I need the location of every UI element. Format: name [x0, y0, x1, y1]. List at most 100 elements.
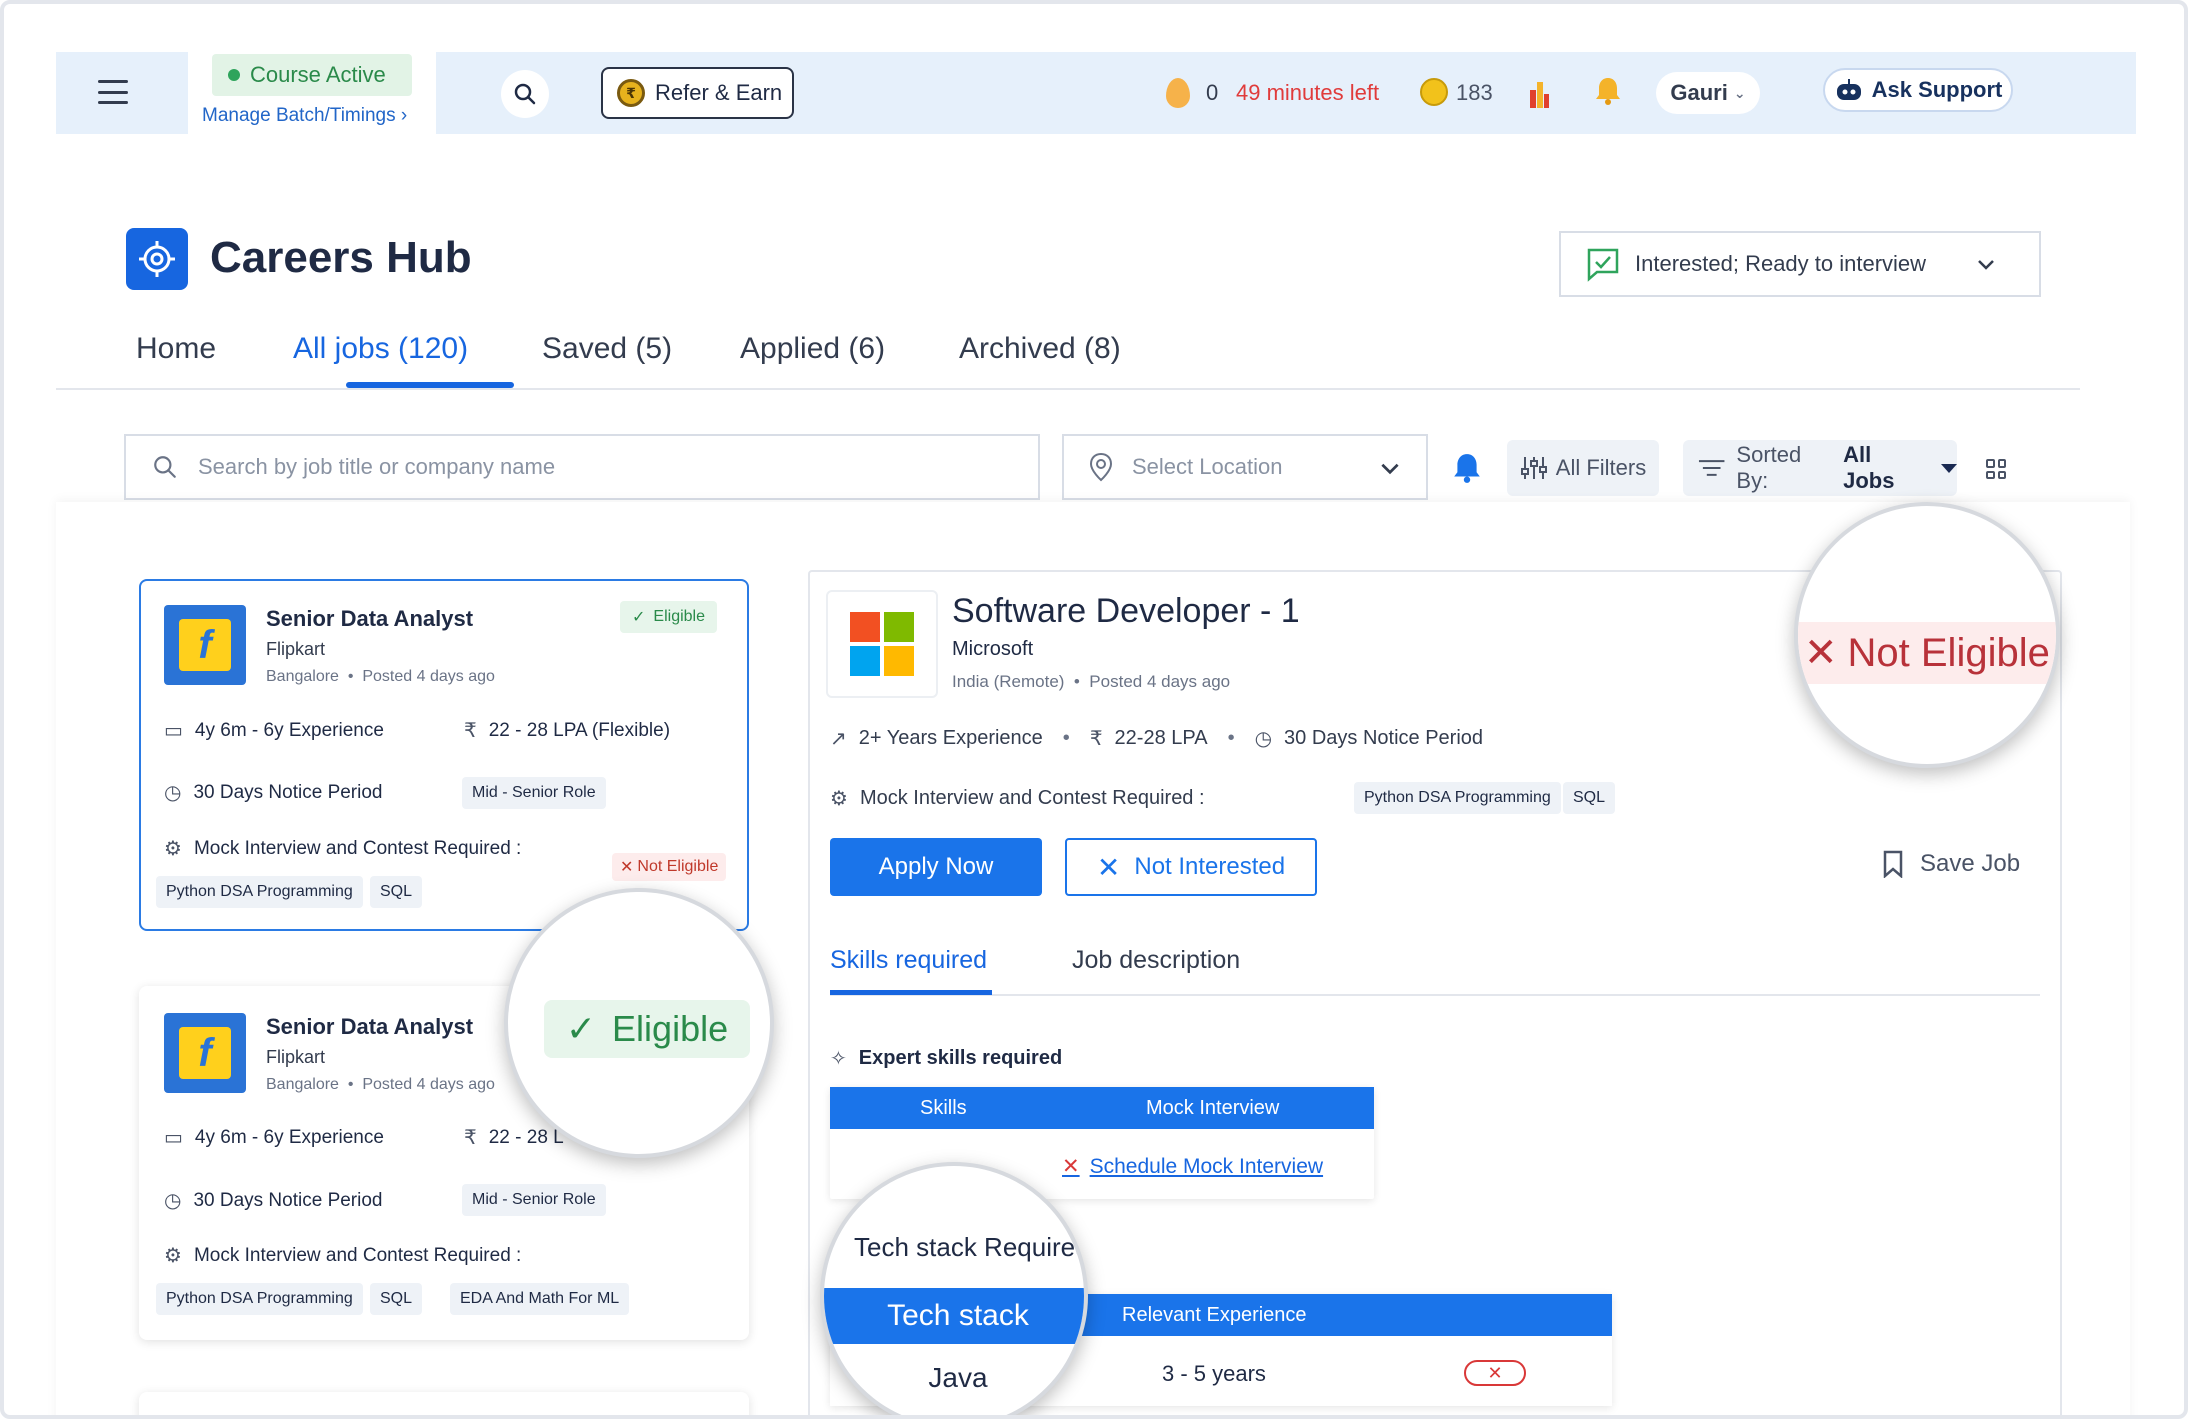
laptop-icon: ▭	[164, 1127, 183, 1149]
card-company: Flipkart	[266, 1047, 326, 1067]
grid-view-icon[interactable]	[1981, 454, 2011, 484]
search-icon	[154, 456, 176, 478]
job-location-posted: India (Remote) • Posted 4 days ago	[952, 672, 1231, 691]
skill-tag: Python DSA Programming	[1354, 782, 1561, 814]
card-location-posted: Bangalore • Posted 4 days ago	[266, 1076, 495, 1093]
role-tag: Mid - Senior Role	[462, 777, 606, 809]
search-icon	[514, 83, 536, 105]
not-eligible-badge: ✕ Not Eligible	[612, 853, 727, 881]
not-eligible-badge-zoomed: ✕ Not Eligible	[1798, 622, 2056, 684]
rupee-icon: ₹	[464, 720, 477, 742]
save-job-button[interactable]: Save Job	[1882, 850, 2020, 878]
role-tag: Mid - Senior Role	[462, 1184, 606, 1216]
global-search-button[interactable]	[501, 70, 549, 118]
active-tab-indicator	[346, 382, 514, 388]
skill-tag: SQL	[1563, 782, 1616, 814]
eligible-magnifier: ✓ Eligible	[504, 888, 774, 1158]
job-meta-row: ↗ 2+ Years Experience • ₹22-28 LPA • ◷ 30 …	[830, 727, 1484, 750]
rupee-coin-icon: ₹	[617, 79, 645, 107]
close-icon: ✕	[620, 859, 634, 876]
streak-flame-icon	[1166, 78, 1190, 108]
tab-home[interactable]: Home	[136, 332, 216, 366]
job-search-input[interactable]: Search by job title or company name	[124, 434, 1040, 500]
sort-dropdown[interactable]: Sorted By: All Jobs	[1683, 440, 1957, 496]
tech-stack-magnifier: Tech stack Required Tech stack Java	[820, 1162, 1088, 1415]
tab-skills-required[interactable]: Skills required	[830, 946, 987, 975]
clock-icon: ◷	[164, 1190, 182, 1212]
schedule-mock-link[interactable]: ✕ Schedule Mock Interview	[1062, 1154, 1323, 1179]
careers-hub-logo	[126, 228, 188, 290]
streak-count: 0	[1206, 80, 1219, 105]
bookmark-icon	[1883, 850, 1903, 878]
page-title: Careers Hub	[210, 233, 472, 282]
user-menu[interactable]: Gauri ⌄	[1656, 72, 1760, 114]
clock-icon: ◷	[164, 782, 182, 804]
skill-tag: Python DSA Programming	[156, 876, 363, 908]
menu-icon[interactable]	[98, 80, 128, 104]
tab-saved[interactable]: Saved (5)	[542, 332, 672, 366]
manage-batch-link[interactable]: Manage Batch/Timings ›	[202, 105, 407, 127]
skill-tag: SQL	[370, 876, 423, 908]
tab-archived[interactable]: Archived (8)	[959, 332, 1121, 366]
notification-bell-icon[interactable]	[1594, 76, 1622, 106]
caret-down-icon	[1941, 463, 1957, 473]
tech-stack-col-header: Tech stack	[824, 1288, 1084, 1344]
gear-icon: ⚙	[164, 838, 182, 860]
not-interested-button[interactable]: ✕ Not Interested	[1065, 838, 1317, 896]
check-icon: ✓	[565, 1008, 597, 1049]
close-icon: ✕	[1096, 851, 1121, 883]
robot-icon	[1836, 79, 1861, 100]
course-status-badge: Course Active	[212, 54, 412, 96]
sliders-icon	[1520, 457, 1547, 479]
location-select[interactable]: Select Location	[1062, 434, 1428, 500]
eligible-badge: ✓ Eligible	[620, 601, 717, 633]
card-job-title: Senior Data Analyst	[266, 606, 474, 631]
app-frame: Course Active Manage Batch/Timings › ₹ Re…	[0, 0, 2188, 1419]
job-card[interactable]	[139, 1392, 749, 1415]
leaderboard-icon[interactable]	[1528, 76, 1550, 108]
job-alert-bell-icon[interactable]	[1452, 452, 1482, 484]
all-filters-button[interactable]: All Filters	[1507, 440, 1659, 496]
location-pin-icon	[1089, 452, 1113, 482]
eligible-badge-zoomed: ✓ Eligible	[544, 1000, 750, 1058]
card-experience: ▭ 4y 6m - 6y Experience	[164, 719, 384, 743]
card-mock-required: ⚙ Mock Interview and Contest Required :	[164, 837, 522, 861]
skills-table-header: Skills Mock Interview	[830, 1087, 1374, 1129]
apply-now-button[interactable]: Apply Now	[830, 838, 1042, 896]
microsoft-logo	[826, 590, 938, 698]
chevron-down-icon	[1978, 260, 1994, 270]
tech-stack-value: Java	[928, 1362, 988, 1393]
refer-earn-button[interactable]: ₹ Refer & Earn	[601, 67, 794, 119]
skill-tag: SQL	[370, 1283, 423, 1315]
tab-job-description[interactable]: Job description	[1072, 946, 1240, 975]
skill-tag: EDA And Math For ML	[450, 1283, 630, 1315]
close-icon: ✕	[1062, 1155, 1080, 1178]
relevant-experience-value: 3 - 5 years	[1162, 1361, 1266, 1386]
card-salary: ₹22 - 28 L	[464, 1126, 564, 1150]
flipkart-logo: f	[164, 1013, 246, 1093]
rupee-icon: ₹	[464, 1127, 477, 1149]
laptop-icon: ▭	[164, 720, 183, 742]
tab-applied[interactable]: Applied (6)	[740, 332, 885, 366]
skill-tag: Python DSA Programming	[156, 1283, 363, 1315]
chevron-down-icon	[1381, 463, 1399, 475]
card-location-posted: Bangalore • Posted 4 days ago	[266, 668, 495, 685]
coin-icon	[1420, 78, 1448, 106]
card-salary: ₹22 - 28 LPA (Flexible)	[464, 719, 671, 743]
active-detail-tab-indicator	[830, 990, 992, 995]
page-tabs: Home All jobs (120) Saved (5) Applied (6…	[56, 326, 2080, 390]
expert-skills-label: ✧ Expert skills required	[830, 1047, 1063, 1070]
experience-mismatch-icon: ✕	[1464, 1360, 1526, 1386]
not-eligible-magnifier: ✕ Not Eligible	[1794, 502, 2060, 768]
ask-support-button[interactable]: Ask Support	[1823, 68, 2013, 112]
coin-count: 183	[1456, 80, 1493, 105]
gear-icon: ⚙	[830, 788, 848, 810]
tab-all-jobs[interactable]: All jobs (120)	[293, 332, 468, 366]
sort-lines-icon	[1698, 460, 1725, 476]
time-left-text: 49 minutes left	[1236, 80, 1380, 105]
chevron-down-icon: ⌄	[1733, 84, 1746, 101]
interview-status-dropdown[interactable]: Interested; Ready to interview	[1559, 231, 2041, 297]
card-mock-required: ⚙ Mock Interview and Contest Required :	[164, 1244, 522, 1268]
card-notice: ◷ 30 Days Notice Period	[164, 781, 383, 805]
tech-stack-heading: Tech stack Required	[854, 1232, 1088, 1262]
